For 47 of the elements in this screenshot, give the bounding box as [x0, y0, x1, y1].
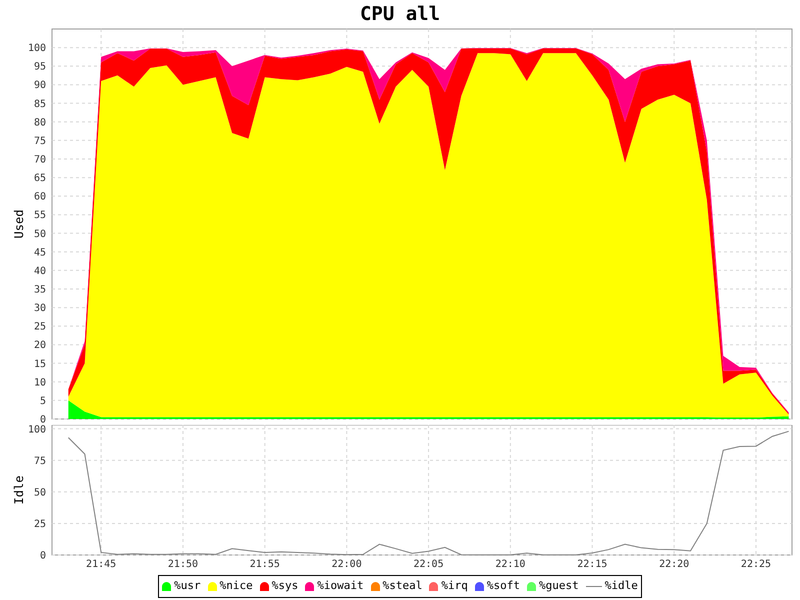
y-tick-label: 70 [34, 154, 46, 166]
legend-label: %irq [441, 578, 468, 594]
legend-label: %nice [220, 578, 253, 594]
x-tick-label: 22:00 [332, 559, 362, 569]
y-tick-label: 80 [34, 117, 46, 128]
x-tick-label: 22:10 [495, 559, 526, 569]
legend-label: %soft [486, 578, 520, 594]
y-tick-label: 10 [34, 377, 46, 388]
y-tick-label: 30 [34, 303, 46, 314]
y-tick-label: 15 [34, 358, 46, 370]
x-tick-label: 21:55 [250, 559, 280, 569]
y-tick-label: 50 [34, 487, 46, 498]
x-tick-label: 22:25 [740, 559, 772, 569]
y-tick-label: 0 [40, 550, 46, 562]
y-tick-label: 60 [34, 192, 46, 203]
y-tick-label: 65 [34, 173, 46, 184]
y-axis-label: Used [12, 210, 26, 238]
y-tick-label: 20 [34, 340, 46, 352]
y-tick-label: 90 [34, 80, 46, 92]
y-tick-label: 50 [34, 228, 46, 240]
chart-title: CPU all [360, 4, 440, 24]
y-tick-label: 55 [34, 210, 46, 222]
y-tick-label: 85 [34, 98, 46, 110]
y-tick-label: 0 [40, 414, 46, 425]
y-tick-label: 100 [28, 43, 46, 54]
y-tick-label: 75 [34, 136, 46, 147]
x-tick-label: 22:15 [577, 559, 608, 569]
legend-label: %iowait [317, 578, 364, 594]
x-tick-label: 21:50 [168, 559, 198, 569]
x-tick-label: 22:05 [414, 559, 444, 569]
y-tick-label: 25 [34, 322, 46, 333]
legend-label: %usr [174, 578, 201, 594]
y-tick-label: 75 [34, 456, 46, 467]
y-tick-label: 45 [34, 247, 46, 258]
legend-label: %idle [604, 578, 638, 594]
y-tick-label: 100 [28, 425, 46, 436]
y-tick-label: 35 [34, 284, 46, 296]
y-axis-label: Idle [12, 476, 26, 504]
x-tick-label: 21:45 [86, 559, 116, 569]
legend-label: %guest [538, 578, 579, 594]
y-tick-label: 5 [40, 396, 46, 407]
legend-label: %steal [382, 578, 422, 594]
y-tick-label: 25 [34, 518, 46, 530]
y-tick-label: 95 [34, 62, 46, 73]
x-tick-label: 22:20 [659, 559, 690, 569]
legend-label: %sys [272, 578, 298, 594]
y-tick-label: 40 [34, 266, 46, 277]
